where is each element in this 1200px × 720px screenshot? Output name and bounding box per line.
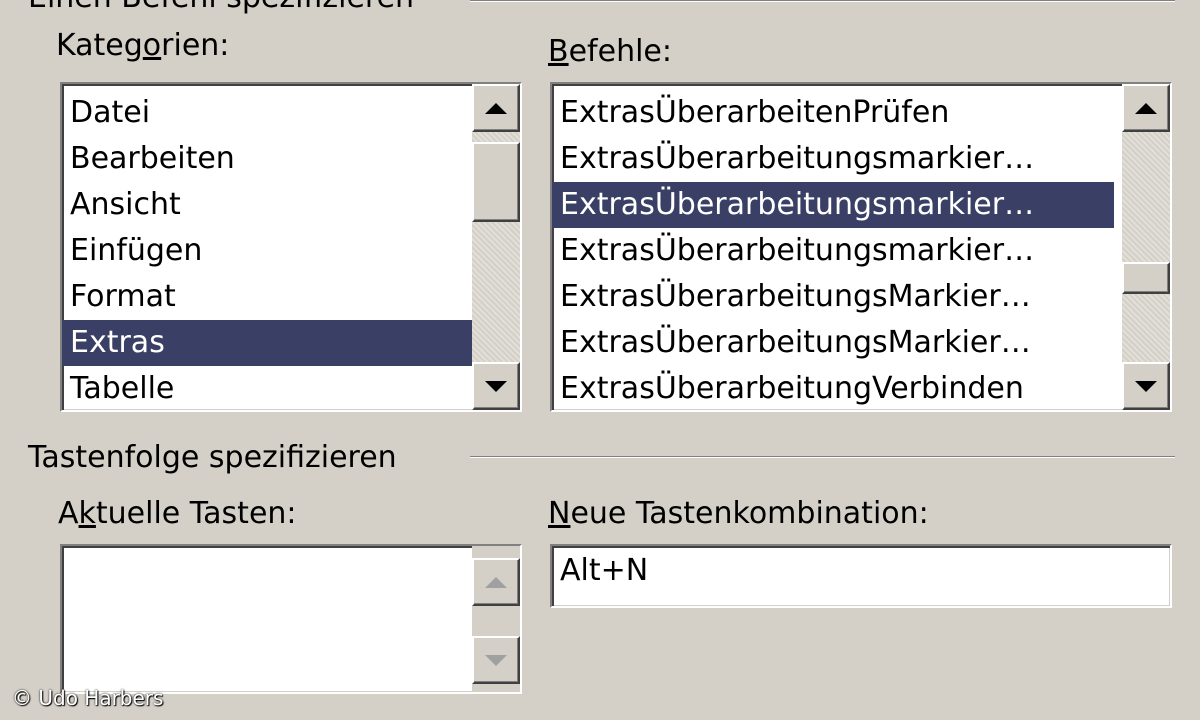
- new-shortcut-input[interactable]: Alt+N: [550, 544, 1172, 608]
- commands-label: Befehle:: [548, 34, 672, 70]
- current-keys-scroll-down-button: [472, 636, 520, 684]
- triangle-up-icon: [485, 102, 507, 114]
- current-keys-label-accel: k: [78, 496, 96, 531]
- commands-item[interactable]: ExtrasÜberarbeitungsMarkier…: [552, 320, 1114, 366]
- triangle-down-icon: [485, 654, 507, 666]
- triangle-down-icon: [485, 380, 507, 392]
- current-keys-scroll-up-button: [472, 558, 520, 606]
- commands-scroll-thumb[interactable]: [1122, 262, 1170, 294]
- current-keys-label-pre: A: [58, 496, 79, 531]
- current-keys-listbox[interactable]: [60, 544, 522, 694]
- categories-label: Kategorien:: [56, 28, 229, 64]
- categories-label-accel: o: [142, 28, 162, 63]
- categories-item[interactable]: Bearbeiten: [62, 136, 472, 182]
- group-title-keys: Tastenfolge spezifizieren: [28, 440, 403, 476]
- commands-scroll-down-button[interactable]: [1122, 362, 1170, 410]
- commands-item[interactable]: ExtrasÜberarbeitungVerbinden: [552, 366, 1114, 410]
- categories-item[interactable]: Extras: [62, 320, 472, 366]
- group-divider-keys: [470, 456, 1175, 458]
- group-title-specify-command: Einen Befehl spezifizieren: [28, 0, 421, 16]
- categories-item[interactable]: Ansicht: [62, 182, 472, 228]
- commands-item[interactable]: ExtrasÜberarbeitungsmarkier…: [552, 136, 1114, 182]
- new-shortcut-label: Neue Tastenkombination:: [548, 496, 929, 532]
- current-keys-scrollbar: [472, 546, 520, 692]
- categories-label-pre: Kateg: [56, 28, 143, 63]
- commands-item[interactable]: ExtrasÜberarbeitungsmarkier…: [552, 182, 1114, 228]
- categories-item[interactable]: Einfügen: [62, 228, 472, 274]
- commands-listbox[interactable]: ExtrasÜberarbeitenPrüfen ExtrasÜberarbeit…: [550, 82, 1172, 412]
- categories-item[interactable]: Tabelle: [62, 366, 472, 410]
- categories-list[interactable]: Datei Bearbeiten Ansicht Einfügen Format Extr…: [62, 84, 472, 410]
- categories-item[interactable]: Format: [62, 274, 472, 320]
- triangle-up-icon: [485, 576, 507, 588]
- current-keys-label: Aktuelle Tasten:: [58, 496, 297, 532]
- categories-scroll-thumb[interactable]: [472, 142, 520, 222]
- commands-item[interactable]: ExtrasÜberarbeitungsMarkier…: [552, 274, 1114, 320]
- triangle-up-icon: [1135, 102, 1157, 114]
- commands-label-accel: B: [548, 34, 569, 69]
- commands-scrollbar[interactable]: [1122, 84, 1170, 410]
- categories-scroll-up-button[interactable]: [472, 84, 520, 132]
- new-shortcut-label-post: eue Tastenkombination:: [570, 496, 929, 531]
- commands-list[interactable]: ExtrasÜberarbeitenPrüfen ExtrasÜberarbeit…: [552, 84, 1114, 410]
- categories-item[interactable]: Datei: [62, 90, 472, 136]
- copyright-watermark: © Udo Harbers: [12, 686, 164, 710]
- new-shortcut-value: Alt+N: [560, 553, 649, 588]
- categories-listbox[interactable]: Datei Bearbeiten Ansicht Einfügen Format Extr…: [60, 82, 522, 412]
- categories-scrollbar[interactable]: [472, 84, 520, 410]
- commands-scroll-up-button[interactable]: [1122, 84, 1170, 132]
- triangle-down-icon: [1135, 380, 1157, 392]
- group-divider-top: [470, 0, 1175, 2]
- categories-label-post: rien:: [161, 28, 230, 63]
- categories-scroll-down-button[interactable]: [472, 362, 520, 410]
- commands-item[interactable]: ExtrasÜberarbeitungsmarkier…: [552, 228, 1114, 274]
- current-keys-list[interactable]: [62, 546, 472, 692]
- current-keys-label-post: tuelle Tasten:: [95, 496, 297, 531]
- commands-label-post: efehle:: [568, 34, 672, 69]
- commands-item[interactable]: ExtrasÜberarbeitenPrüfen: [552, 90, 1114, 136]
- new-shortcut-label-accel: N: [548, 496, 571, 531]
